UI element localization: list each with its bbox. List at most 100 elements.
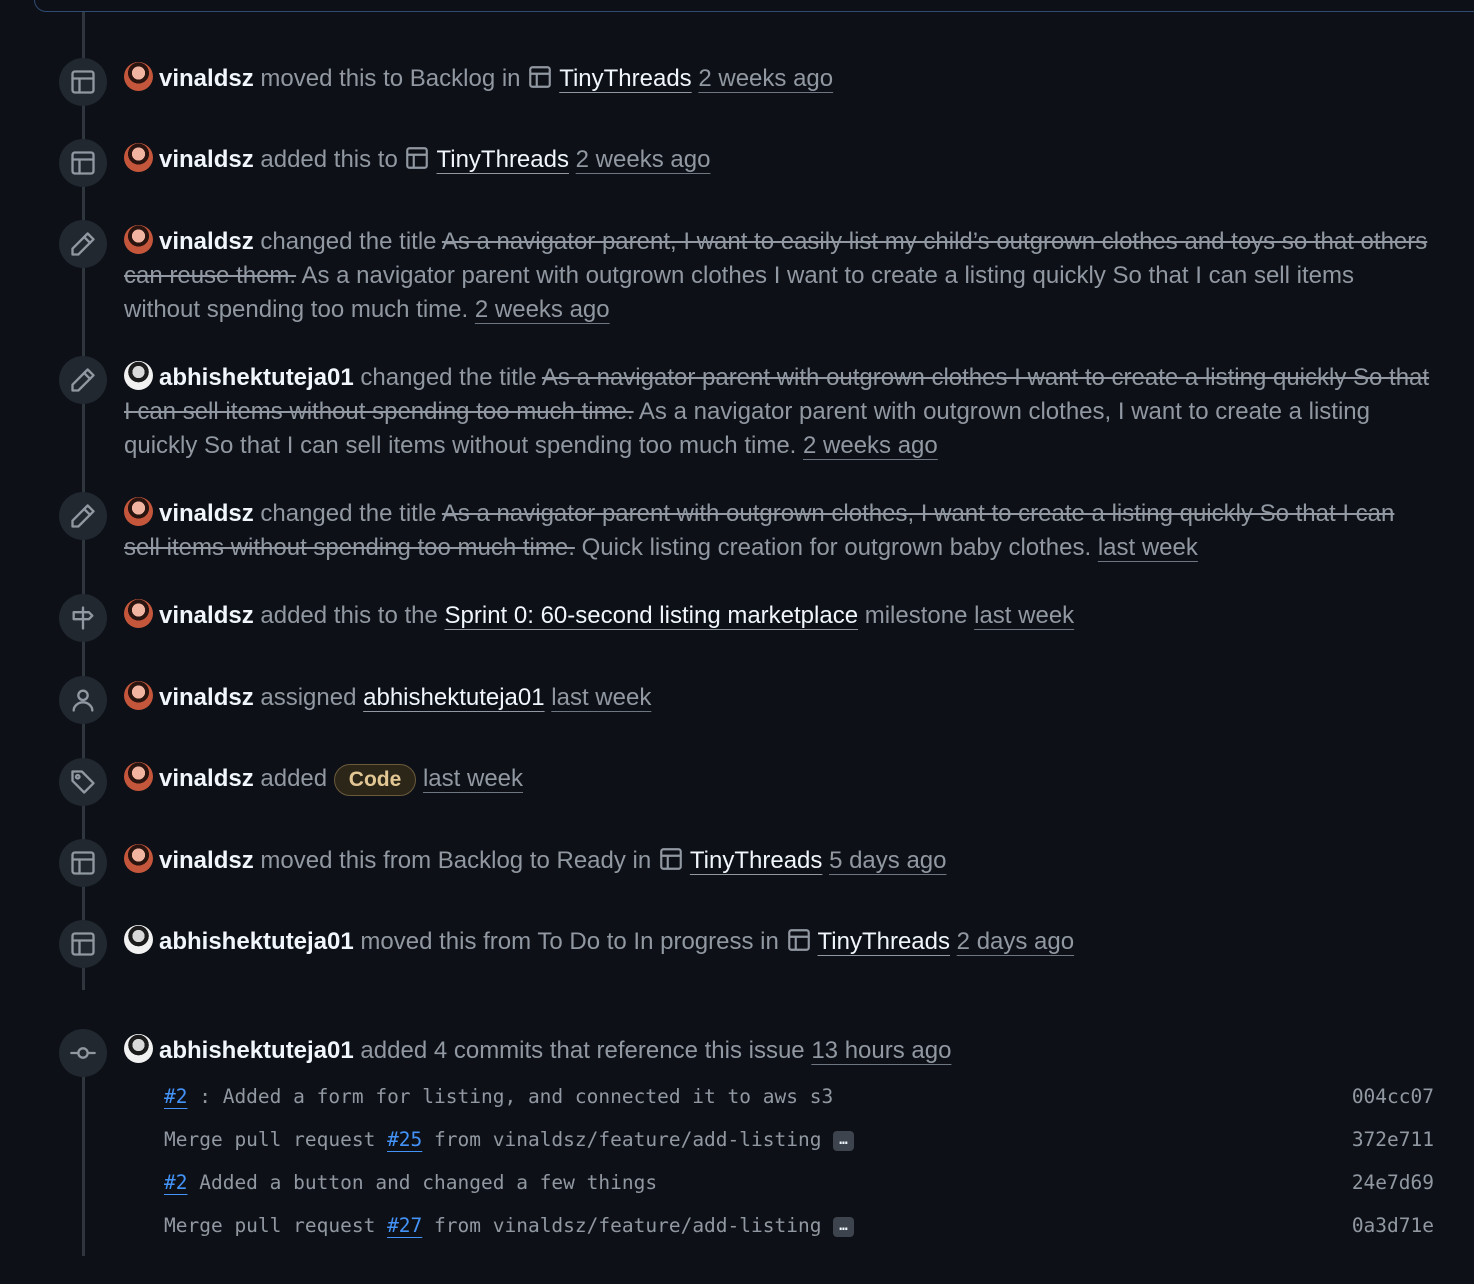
user-link[interactable]: vinaldsz: [159, 146, 254, 173]
project-board-icon: [59, 839, 107, 887]
commit-message[interactable]: from vinaldsz/feature/add-listing: [422, 1128, 821, 1151]
user-link[interactable]: vinaldsz: [159, 684, 254, 711]
assignee-link[interactable]: abhishektuteja01: [363, 684, 544, 711]
event-text: added this to the: [260, 602, 438, 629]
timestamp-link[interactable]: 2 weeks ago: [698, 65, 833, 92]
timestamp-link[interactable]: 13 hours ago: [811, 1037, 951, 1064]
commit-message[interactable]: Added a button and changed a few things: [187, 1171, 657, 1194]
project-board-icon: [404, 145, 430, 171]
user-link[interactable]: vinaldsz: [159, 847, 254, 874]
timeline-break: [80, 990, 88, 1030]
avatar[interactable]: [124, 681, 153, 710]
avatar[interactable]: [124, 925, 153, 954]
timestamp-link[interactable]: 2 days ago: [957, 928, 1074, 955]
timeline-event: abhishektuteja01 changed the title As a …: [124, 361, 1434, 463]
commit-row: #2 : Added a form for listing, and conne…: [164, 1075, 1434, 1118]
issue-link[interactable]: #25: [387, 1128, 422, 1151]
timestamp-link[interactable]: 2 weeks ago: [803, 432, 938, 459]
avatar[interactable]: [124, 225, 153, 254]
commit-message[interactable]: Merge pull request: [164, 1128, 387, 1151]
event-text: milestone: [864, 602, 968, 629]
timestamp-link[interactable]: 5 days ago: [829, 847, 946, 874]
person-icon: [59, 676, 107, 724]
commit-sha-link[interactable]: 004cc07: [1352, 1075, 1434, 1118]
timeline-event: vinaldsz moved this from Backlog to Read…: [124, 844, 1434, 878]
project-board-icon: [658, 846, 684, 872]
timeline-event: abhishektuteja01 moved this from To Do t…: [124, 925, 1434, 959]
timestamp-link[interactable]: 2 weeks ago: [576, 146, 711, 173]
commit-row: Merge pull request #25 from vinaldsz/fea…: [164, 1118, 1434, 1161]
avatar[interactable]: [124, 762, 153, 791]
commit-message[interactable]: Merge pull request: [164, 1214, 387, 1237]
previous-comment-card: [34, 0, 1474, 12]
timestamp-link[interactable]: 2 weeks ago: [475, 296, 610, 323]
project-link[interactable]: TinyThreads: [690, 847, 823, 874]
project-board-icon: [59, 58, 107, 106]
event-text: moved this from To Do to In progress in: [360, 928, 779, 955]
event-text: added 4 commits that reference this issu…: [360, 1037, 805, 1064]
user-link[interactable]: abhishektuteja01: [159, 364, 354, 391]
tag-icon: [59, 758, 107, 806]
timeline-event: vinaldsz changed the title As a navigato…: [124, 225, 1434, 327]
project-link[interactable]: TinyThreads: [559, 65, 692, 92]
new-title: Quick listing creation for outgrown baby…: [581, 534, 1092, 561]
avatar[interactable]: [124, 844, 153, 873]
expand-commit-button[interactable]: …: [833, 1217, 854, 1237]
commit-list: #2 : Added a form for listing, and conne…: [164, 1075, 1434, 1247]
user-link[interactable]: abhishektuteja01: [159, 928, 354, 955]
project-link[interactable]: TinyThreads: [818, 928, 951, 955]
commit-message[interactable]: from vinaldsz/feature/add-listing: [422, 1214, 821, 1237]
event-text: added: [260, 765, 328, 792]
user-link[interactable]: vinaldsz: [159, 228, 254, 255]
pencil-icon: [59, 356, 107, 404]
expand-commit-button[interactable]: …: [833, 1131, 854, 1151]
milestone-link[interactable]: Sprint 0: 60-second listing marketplace: [445, 602, 859, 629]
avatar[interactable]: [124, 497, 153, 526]
timestamp-link[interactable]: last week: [1098, 534, 1198, 561]
project-board-icon: [527, 64, 553, 90]
commit-sha-link[interactable]: 24e7d69: [1352, 1161, 1434, 1204]
avatar[interactable]: [124, 1034, 153, 1063]
timeline-event: vinaldsz added Code last week: [124, 762, 1434, 796]
timeline-event: vinaldsz added this to TinyThreads 2 wee…: [124, 143, 1434, 177]
event-text: changed the title: [260, 228, 437, 255]
commit-row: Merge pull request #27 from vinaldsz/fea…: [164, 1204, 1434, 1247]
label-chip[interactable]: Code: [333, 764, 417, 796]
avatar[interactable]: [124, 361, 153, 390]
issue-link[interactable]: #27: [387, 1214, 422, 1237]
avatar[interactable]: [124, 143, 153, 172]
project-board-icon: [786, 927, 812, 953]
pencil-icon: [59, 492, 107, 540]
user-link[interactable]: vinaldsz: [159, 602, 254, 629]
user-link[interactable]: vinaldsz: [159, 500, 254, 527]
user-link[interactable]: vinaldsz: [159, 765, 254, 792]
event-text: moved this from Backlog to Ready in: [260, 847, 652, 874]
event-text: added this to: [260, 146, 398, 173]
commit-message[interactable]: : Added a form for listing, and connecte…: [187, 1085, 833, 1108]
milestone-icon: [59, 594, 107, 642]
commit-row: #2 Added a button and changed a few thin…: [164, 1161, 1434, 1204]
avatar[interactable]: [124, 62, 153, 91]
timeline-event: vinaldsz assigned abhishektuteja01 last …: [124, 681, 1434, 715]
commit-sha-link[interactable]: 0a3d71e: [1352, 1204, 1434, 1247]
user-link[interactable]: abhishektuteja01: [159, 1037, 354, 1064]
issue-link[interactable]: #2: [164, 1085, 187, 1108]
pencil-icon: [59, 220, 107, 268]
git-commit-icon: [59, 1029, 107, 1077]
commit-sha-link[interactable]: 372e711: [1352, 1118, 1434, 1161]
timeline-event: vinaldsz changed the title As a navigato…: [124, 497, 1434, 565]
project-board-icon: [59, 139, 107, 187]
timeline-event: vinaldsz added this to the Sprint 0: 60-…: [124, 599, 1434, 633]
user-link[interactable]: vinaldsz: [159, 65, 254, 92]
timestamp-link[interactable]: last week: [423, 765, 523, 792]
new-title: As a navigator parent with outgrown clot…: [124, 262, 1354, 323]
event-text: changed the title: [260, 500, 437, 527]
event-text: moved this to Backlog in: [260, 65, 521, 92]
timestamp-link[interactable]: last week: [974, 602, 1074, 629]
project-link[interactable]: TinyThreads: [436, 146, 569, 173]
issue-link[interactable]: #2: [164, 1171, 187, 1194]
timestamp-link[interactable]: last week: [551, 684, 651, 711]
event-text: changed the title: [360, 364, 537, 391]
avatar[interactable]: [124, 599, 153, 628]
timeline-event: vinaldsz moved this to Backlog in TinyTh…: [124, 62, 1434, 96]
